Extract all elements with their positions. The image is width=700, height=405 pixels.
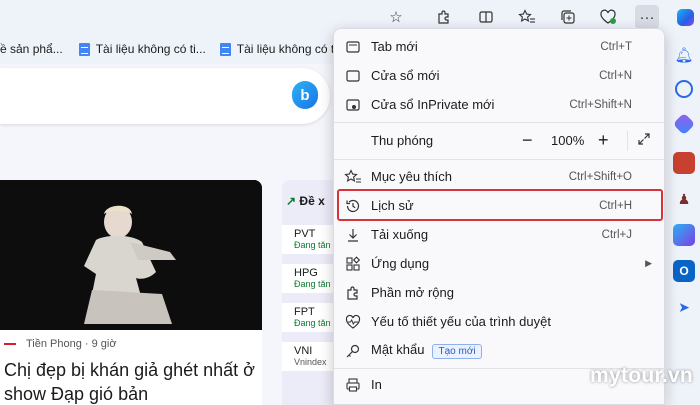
menu-item-passwords[interactable]: Mật khẩu Tạo mới <box>334 336 664 365</box>
toolbox-icon[interactable] <box>673 152 695 174</box>
stocks-panel: ↗ Đề x PVT Đang tăn HPG Đang tăn FPT Đang t… <box>282 180 334 405</box>
zoom-out-button[interactable]: − <box>522 130 533 151</box>
bookmark-item[interactable]: ề sản phẩ... <box>0 42 63 56</box>
stock-item[interactable]: VNI Vnindex <box>282 342 334 371</box>
menu-shortcut: Ctrl+J <box>601 228 632 241</box>
star-icon[interactable]: ☆ <box>384 5 408 29</box>
news-image <box>0 180 262 330</box>
bookmark-label: Tài liệu không có ti... <box>236 42 347 56</box>
menu-shortcut: Ctrl+Shift+N <box>569 98 632 111</box>
favorites-icon <box>344 168 362 186</box>
favorites-icon[interactable] <box>515 5 539 29</box>
stocks-heading: ↗ Đề x <box>286 194 325 208</box>
menu-item-zoom: Thu phóng − 100% + <box>334 126 664 155</box>
extensions-icon[interactable] <box>432 5 456 29</box>
document-icon <box>219 42 231 56</box>
menu-item-new-tab[interactable]: Tab mới Ctrl+T <box>334 32 664 61</box>
menu-item-label: Yếu tố thiết yếu của trình duyệt <box>371 314 551 329</box>
bookmark-item[interactable]: Tài liệu không có ti... <box>78 42 206 56</box>
stock-symbol: HPG <box>294 267 318 279</box>
stocks-heading-text: Đề x <box>299 194 325 208</box>
menu-item-label: Tab mới <box>371 39 418 54</box>
menu-item-apps[interactable]: Ứng dụng ▶ <box>334 249 664 278</box>
menu-item-label: Thu phóng <box>371 133 434 148</box>
menu-item-label: Cửa sổ mới <box>371 68 440 83</box>
inprivate-icon <box>344 96 362 114</box>
menu-icon[interactable]: ··· <box>635 5 659 29</box>
bookmark-label: ề sản phẩ... <box>0 42 63 56</box>
extensions-icon <box>344 284 362 302</box>
zoom-in-button[interactable]: + <box>598 130 609 151</box>
fullscreen-icon[interactable] <box>637 132 651 149</box>
history-highlight <box>337 189 663 221</box>
news-title[interactable]: Chị đẹp bị khán giả ghét nhất ở show Đạp… <box>4 358 262 405</box>
new-tab-icon <box>344 38 362 56</box>
chevron-right-icon: ▶ <box>645 258 652 268</box>
key-icon <box>344 342 362 360</box>
document-icon <box>78 42 90 56</box>
browser-essentials-icon[interactable] <box>596 5 620 29</box>
menu-item-label: Tải xuống <box>371 227 429 242</box>
search-icon[interactable] <box>675 80 693 98</box>
menu-item-label: In <box>371 377 382 392</box>
search-bar[interactable]: b <box>0 68 330 124</box>
menu-item-favorites[interactable]: Mục yêu thích Ctrl+Shift+O <box>334 162 664 191</box>
stock-status: Đang tăn <box>294 279 331 289</box>
menu-item-downloads[interactable]: Tải xuống Ctrl+J <box>334 220 664 249</box>
news-source: Tiền Phong · 9 giờ <box>4 338 117 350</box>
menu-item-label: Cửa sổ InPrivate mới <box>371 97 495 112</box>
passwords-label-text: Mật khẩu <box>371 342 425 357</box>
print-icon <box>344 376 362 394</box>
outlook-icon[interactable]: O <box>673 260 695 282</box>
menu-item-label: Mục yêu thích <box>371 169 452 184</box>
menu-separator <box>334 122 664 123</box>
stock-symbol: VNI <box>294 345 313 357</box>
zoom-level: 100% <box>551 133 585 148</box>
menu-item-inprivate[interactable]: Cửa sổ InPrivate mới Ctrl+Shift+N <box>334 90 664 119</box>
window-icon <box>344 67 362 85</box>
news-card[interactable]: Tiền Phong · 9 giờ Chị đẹp bị khán giả g… <box>0 180 262 405</box>
send-icon[interactable]: ➤ <box>673 296 695 318</box>
apps-icon <box>344 255 362 273</box>
watermark: mytour.vn <box>590 364 694 387</box>
bing-chat-icon[interactable]: b <box>292 81 318 109</box>
menu-separator <box>334 159 664 160</box>
split-screen-icon[interactable] <box>474 5 498 29</box>
bookmark-item[interactable]: Tài liệu không có ti... <box>219 42 347 56</box>
new-badge: Tạo mới <box>432 344 482 359</box>
menu-item-extensions[interactable]: Phần mở rộng <box>334 278 664 307</box>
menu-shortcut: Ctrl+T <box>600 40 632 53</box>
menu-item-essentials[interactable]: Yếu tố thiết yếu của trình duyệt <box>334 307 664 336</box>
tag-icon[interactable] <box>672 112 696 136</box>
stock-symbol: FPT <box>294 306 315 318</box>
heart-pulse-icon <box>344 313 362 331</box>
trend-up-icon: ↗ <box>286 194 297 208</box>
bell-icon[interactable]: 🔔︎ <box>673 44 695 66</box>
news-source-text: Tiền Phong · 9 giờ <box>26 338 117 350</box>
stock-item[interactable]: HPG Đang tăn <box>282 264 334 293</box>
menu-shortcut: Ctrl+N <box>599 69 632 82</box>
edge-sidebar: 🔔︎ ♟ O ➤ <box>668 34 700 405</box>
menu-item-label: Phần mở rộng <box>371 285 454 300</box>
microsoft365-icon[interactable] <box>673 224 695 246</box>
bookmark-label: Tài liệu không có ti... <box>95 42 206 56</box>
zoom-divider <box>627 130 628 151</box>
stock-status: Đang tăn <box>294 318 331 328</box>
stock-status: Vnindex <box>294 357 327 367</box>
menu-item-new-window[interactable]: Cửa sổ mới Ctrl+N <box>334 61 664 90</box>
stock-item[interactable]: FPT Đang tăn <box>282 303 334 332</box>
menu-item-label: Mật khẩu Tạo mới <box>371 342 482 359</box>
copilot-icon[interactable] <box>673 5 697 29</box>
download-icon <box>344 226 362 244</box>
stock-item[interactable]: PVT Đang tăn <box>282 225 334 254</box>
stock-status: Đang tăn <box>294 240 331 250</box>
menu-shortcut: Ctrl+Shift+O <box>568 170 632 183</box>
menu-item-label: Ứng dụng <box>371 256 430 271</box>
collections-icon[interactable] <box>556 5 580 29</box>
games-icon[interactable]: ♟ <box>673 188 695 210</box>
stock-symbol: PVT <box>294 228 316 240</box>
